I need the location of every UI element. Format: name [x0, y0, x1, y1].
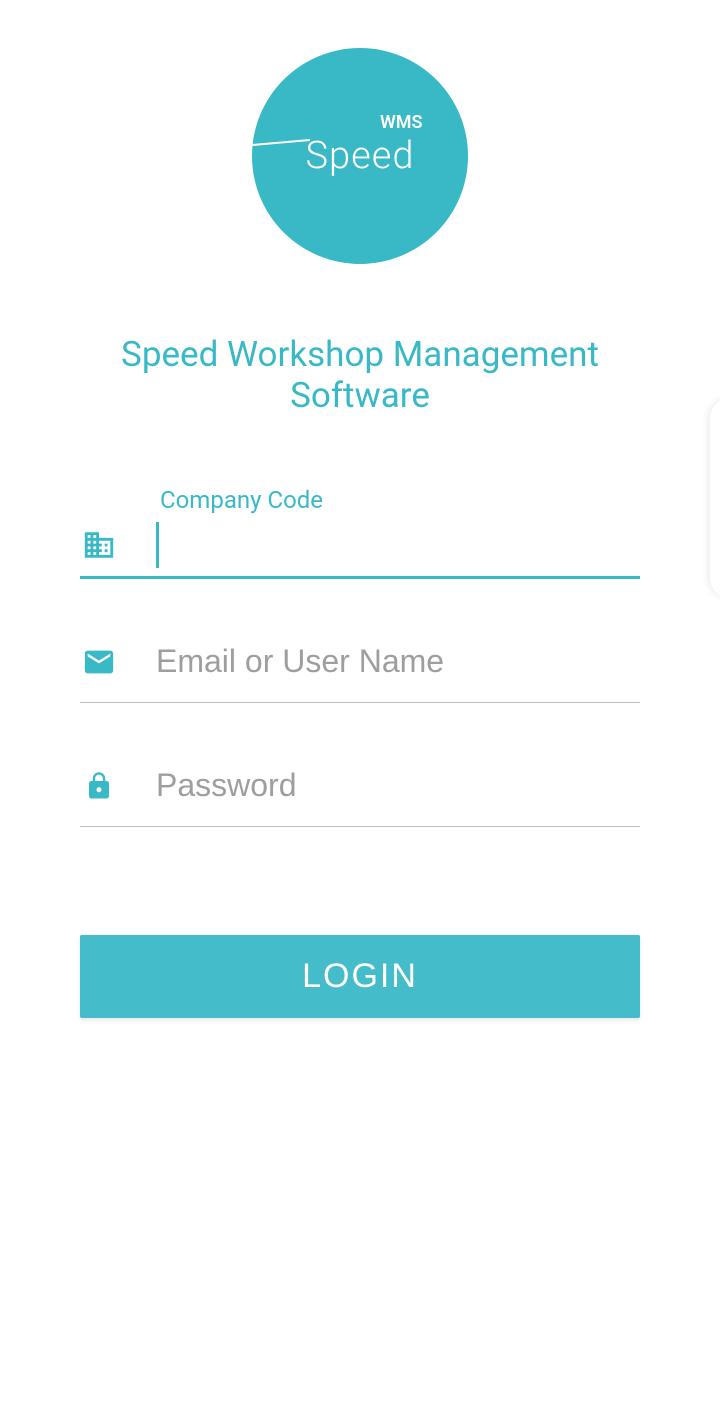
company-code-field-group: Company Code — [80, 486, 640, 579]
password-field-group — [80, 751, 640, 827]
logo-tag: WMS — [380, 112, 423, 133]
login-button[interactable]: LOGIN — [80, 935, 640, 1018]
lock-icon — [80, 767, 118, 805]
password-input[interactable] — [156, 759, 640, 812]
building-icon — [80, 526, 118, 564]
username-field-group — [80, 627, 640, 703]
email-icon — [80, 643, 118, 681]
company-code-input[interactable] — [156, 522, 640, 568]
login-form: Company Code — [40, 486, 680, 1018]
side-handle[interactable] — [710, 398, 720, 598]
logo: WMS ▮▮ Speed — [40, 0, 680, 264]
company-code-label: Company Code — [160, 486, 640, 514]
username-input[interactable] — [156, 635, 640, 688]
logo-brand: ▮▮ Speed — [305, 134, 414, 178]
logo-circle: WMS ▮▮ Speed — [252, 48, 468, 264]
page-title: Speed Workshop Management Software — [40, 334, 680, 416]
